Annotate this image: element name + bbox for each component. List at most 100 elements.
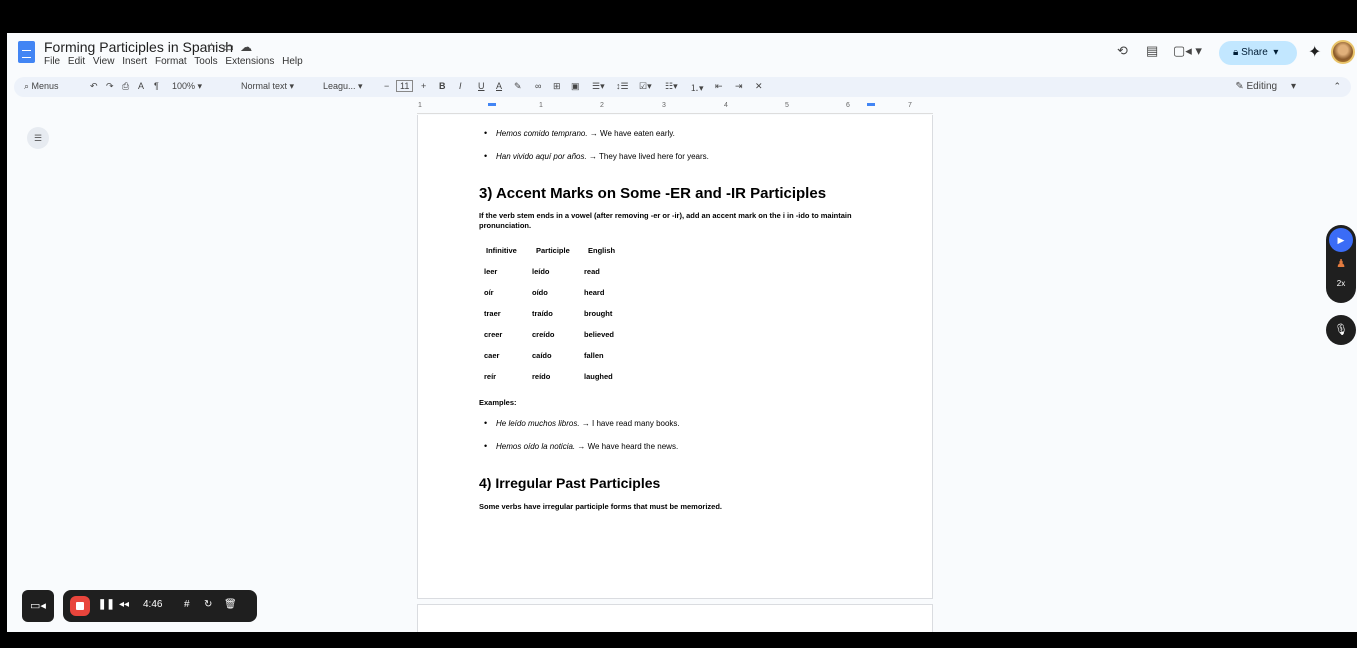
table-cell: brought [584,309,613,318]
folder-icon[interactable]: ▭ [223,40,240,54]
font-size-input[interactable]: 11 [396,80,414,92]
ruler-mark: 5 [785,102,789,109]
bold-icon[interactable]: B [439,81,446,91]
table-header: Infinitive [486,246,517,255]
clear-formatting-icon[interactable]: ✕ [755,81,763,92]
menu-bar: File Edit View Insert Format Tools Exten… [44,56,308,67]
print-icon[interactable]: ⎙ [122,81,129,92]
style-select[interactable]: Normal text ▾ [241,81,294,92]
left-indent-marker[interactable] [488,103,496,106]
cloud-icon[interactable]: ☁ [240,40,258,54]
pencil-icon: ✎ [1235,81,1247,92]
table-cell: heard [584,288,605,297]
video-call-icon[interactable]: ▢◂ ▾ [1173,43,1202,59]
font-size-increase[interactable]: + [421,81,426,91]
grid-icon[interactable]: # [184,599,190,610]
title-actions: ☆▭☁ [206,40,258,54]
table-header: Participle [536,246,570,255]
redo-icon[interactable]: ↷ [106,81,114,92]
reader-side-panel: ▶ ♟ 2x [1326,225,1356,303]
menu-extensions[interactable]: Extensions [225,56,274,67]
pause-icon[interactable]: ❚❚ [98,599,115,610]
font-select[interactable]: Leagu... ▾ [323,81,363,92]
menu-insert[interactable]: Insert [122,56,147,67]
docs-window: Forming Participles in Spanish ☆▭☁ File … [7,33,1357,632]
italic-icon[interactable]: I [459,81,462,91]
editing-mode-select[interactable]: ✎ Editing ▾ [1235,81,1296,92]
share-button[interactable]: 🔒︎ Share ▾ [1219,41,1297,65]
zoom-select[interactable]: 100% ▾ [172,81,202,92]
table-cell: leído [532,267,550,276]
document-page[interactable]: Hemos comido temprano. → We have eaten e… [417,115,933,599]
font-size-decrease[interactable]: − [384,81,389,91]
gemini-icon[interactable]: ✦ [1308,42,1321,62]
rewind-icon[interactable]: ◂◂ [119,599,129,610]
line-spacing-icon[interactable]: ↕☰ [616,81,629,92]
paint-format-icon[interactable]: ¶ [154,81,159,91]
paragraph: If the verb stem ends in a vowel (after … [479,211,852,230]
camera-toggle-button[interactable]: ▭◂ [22,590,54,622]
table-cell: laughed [584,372,613,381]
list-item: Hemos comido temprano. → We have eaten e… [484,128,675,138]
menu-help[interactable]: Help [282,56,303,67]
menu-edit[interactable]: Edit [68,56,85,67]
bulleted-list-icon[interactable]: ☷▾ [665,81,678,92]
ruler-mark: 6 [846,102,850,109]
microphone-icon[interactable]: 🎙︎ [1326,315,1356,345]
table-cell: caer [484,351,500,360]
history-icon[interactable]: ⟲ [1117,43,1128,59]
menus-search[interactable]: ⌕ Menus [24,81,59,92]
list-item: Hemos oído la noticia. → We have heard t… [484,441,678,451]
stop-recording-button[interactable] [70,596,90,616]
recorder-bar: ❚❚ ◂◂ 4:46 # ↻ 🗑︎ [63,590,257,622]
menu-format[interactable]: Format [155,56,187,67]
ruler-mark: 4 [724,102,728,109]
collapse-toolbar-icon[interactable]: ⌃ [1333,81,1341,92]
checklist-icon[interactable]: ☑▾ [639,81,652,92]
highlight-icon[interactable]: ✎ [514,81,522,92]
menu-tools[interactable]: Tools [194,56,217,67]
comment-add-icon[interactable]: ⊞ [553,81,561,92]
indent-decrease-icon[interactable]: ⇤ [715,81,723,92]
underline-icon[interactable]: U [478,81,485,91]
table-cell: believed [584,330,615,339]
numbered-list-icon[interactable]: ⒈▾ [690,81,704,94]
document-outline-icon[interactable]: ☰ [27,127,49,149]
restart-icon[interactable]: ↻ [204,599,212,610]
avatar[interactable] [1331,40,1355,64]
text-color-icon[interactable]: A [496,81,502,91]
table-cell: creer [484,330,503,339]
ruler[interactable]: 1 1 2 3 4 5 6 7 [417,101,933,114]
chevron-down-icon: ▾ [1267,47,1279,58]
star-icon[interactable]: ☆ [206,40,223,54]
table-cell: traer [484,309,501,318]
link-icon[interactable]: ∞ [535,81,541,91]
document-title[interactable]: Forming Participles in Spanish [44,39,233,55]
voice-avatar-icon[interactable]: ♟ [1326,257,1356,270]
table-cell: fallen [584,351,604,360]
ruler-mark: 2 [600,102,604,109]
comment-icon[interactable]: ▤ [1146,43,1158,59]
play-icon[interactable]: ▶ [1329,228,1353,252]
lock-icon: 🔒︎ [1233,47,1242,58]
right-indent-marker[interactable] [867,103,875,106]
indent-increase-icon[interactable]: ⇥ [735,81,743,92]
image-icon[interactable]: ▣ [571,81,580,92]
paragraph: Some verbs have irregular participle for… [479,502,722,511]
formatting-toolbar: ⌕ Menus ↶ ↷ ⎙ A ¶ 100% ▾ Normal text ▾ L… [14,77,1351,97]
table-cell: reír [484,372,497,381]
docs-logo-icon[interactable] [18,41,35,63]
delete-icon[interactable]: 🗑︎ [224,599,237,610]
table-cell: reído [532,372,551,381]
menu-view[interactable]: View [93,56,115,67]
align-icon[interactable]: ☰▾ [592,81,605,92]
heading-accent-marks: 3) Accent Marks on Some -ER and -IR Part… [479,185,827,202]
ruler-mark: 1 [539,102,543,109]
heading-irregular: 4) Irregular Past Participles [479,475,661,491]
spellcheck-icon[interactable]: A [138,81,144,91]
menu-file[interactable]: File [44,56,60,67]
undo-icon[interactable]: ↶ [90,81,98,92]
playback-speed[interactable]: 2x [1326,279,1356,288]
document-page-next[interactable] [417,604,933,632]
table-cell: leer [484,267,498,276]
